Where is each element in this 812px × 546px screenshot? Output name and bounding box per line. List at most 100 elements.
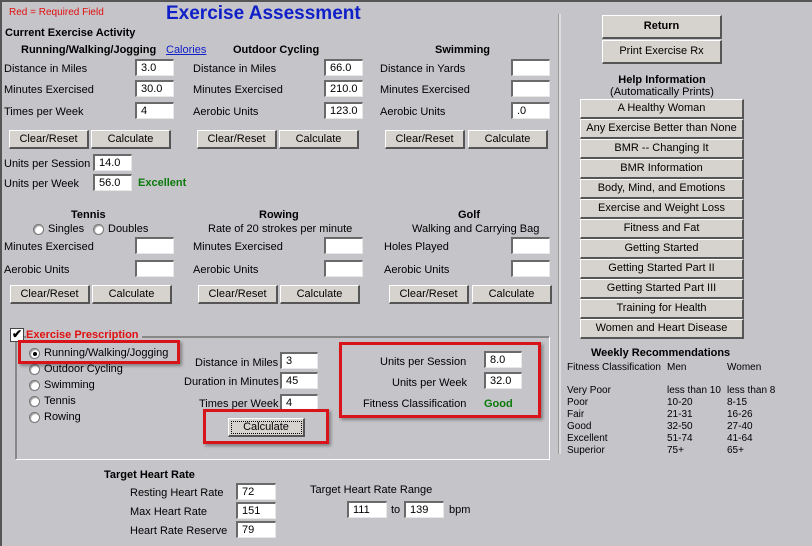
rowing-clear-button[interactable]: Clear/Reset (198, 285, 278, 304)
rx-option-rowing-label: Rowing (44, 411, 81, 423)
tennis-aerobic-value[interactable] (135, 260, 174, 277)
swimming-calculate-button[interactable]: Calculate (468, 130, 548, 149)
weekly-cell: 21-31 (667, 409, 693, 420)
rowing-aerobic-label: Aerobic Units (193, 264, 259, 276)
weekly-header-classification: Fitness Classification (567, 362, 661, 373)
rx-option-tennis-radio[interactable] (29, 396, 40, 407)
window-frame-top (0, 0, 812, 2)
running-distance-input[interactable]: 3.0 (135, 59, 174, 76)
golf-aerobic-value[interactable] (511, 260, 550, 277)
target-hr-high[interactable]: 139 (404, 501, 444, 518)
hr-reserve-value[interactable]: 79 (236, 521, 276, 538)
weekly-cell: Excellent (567, 433, 608, 444)
running-times-label: Times per Week (4, 106, 84, 118)
rx-duration-input[interactable]: 45 (280, 372, 318, 389)
golf-subtitle: Walking and Carrying Bag (412, 223, 540, 235)
target-hr-range-label: Target Heart Rate Range (310, 484, 433, 496)
tennis-minutes-input[interactable] (135, 237, 174, 254)
weekly-cell: 41-64 (727, 433, 753, 444)
golf-clear-button[interactable]: Clear/Reset (389, 285, 469, 304)
cycling-aerobic-value[interactable]: 123.0 (324, 102, 363, 119)
help-item-button[interactable]: Any Exercise Better than None (580, 119, 744, 139)
running-times-input[interactable]: 4 (135, 102, 174, 119)
window-frame-left (0, 0, 2, 546)
help-item-button[interactable]: Getting Started Part III (580, 279, 744, 299)
help-item-button[interactable]: Women and Heart Disease (580, 319, 744, 339)
cycling-distance-label: Distance in Miles (193, 63, 277, 75)
running-units-session-value[interactable]: 14.0 (93, 154, 132, 171)
help-item-button[interactable]: Getting Started Part II (580, 259, 744, 279)
rx-distance-label: Distance in Miles (195, 357, 279, 369)
swimming-clear-button[interactable]: Clear/Reset (385, 130, 465, 149)
weekly-header-men: Men (667, 362, 687, 373)
highlight-box-results (339, 342, 541, 418)
rx-distance-input[interactable]: 3 (280, 352, 318, 369)
swimming-title: Swimming (435, 44, 491, 56)
max-hr-value[interactable]: 151 (236, 502, 276, 519)
weekly-cell: 8-15 (727, 397, 748, 408)
running-units-session-label: Units per Session (4, 158, 91, 170)
rowing-minutes-input[interactable] (324, 237, 363, 254)
target-hr-low[interactable]: 111 (347, 501, 387, 518)
running-distance-label: Distance in Miles (4, 63, 88, 75)
swimming-minutes-input[interactable] (511, 80, 550, 97)
cycling-distance-input[interactable]: 66.0 (324, 59, 363, 76)
help-item-button[interactable]: Exercise and Weight Loss (580, 199, 744, 219)
rx-option-swimming-radio[interactable] (29, 380, 40, 391)
vertical-divider (558, 14, 561, 454)
running-clear-button[interactable]: Clear/Reset (9, 130, 89, 149)
rowing-calculate-button[interactable]: Calculate (280, 285, 360, 304)
golf-calculate-button[interactable]: Calculate (472, 285, 552, 304)
help-subtitle: (Automatically Prints) (610, 86, 714, 98)
weekly-cell: Poor (567, 397, 589, 408)
running-classification: Excellent (138, 177, 187, 189)
golf-holes-label: Holes Played (384, 241, 449, 253)
help-item-button[interactable]: Training for Health (580, 299, 744, 319)
rx-option-rowing-radio[interactable] (29, 412, 40, 423)
highlight-box-running-option (18, 340, 180, 364)
calories-link[interactable]: Calories (166, 44, 206, 56)
weekly-cell: 51-74 (667, 433, 693, 444)
rowing-aerobic-value[interactable] (324, 260, 363, 277)
cycling-clear-button[interactable]: Clear/Reset (197, 130, 277, 149)
swimming-distance-input[interactable] (511, 59, 550, 76)
running-calculate-button[interactable]: Calculate (91, 130, 171, 149)
swimming-aerobic-value[interactable]: .0 (511, 102, 550, 119)
rx-option-cycling-radio[interactable] (29, 364, 40, 375)
swimming-minutes-label: Minutes Exercised (380, 84, 470, 96)
rx-option-swimming-label: Swimming (44, 379, 95, 391)
golf-holes-input[interactable] (511, 237, 550, 254)
weekly-cell: 65+ (727, 445, 744, 456)
golf-aerobic-label: Aerobic Units (384, 264, 450, 276)
help-item-button[interactable]: BMR Information (580, 159, 744, 179)
tennis-doubles-radio[interactable] (93, 224, 104, 235)
weekly-header-women: Women (727, 362, 762, 373)
rx-duration-label: Duration in Minutes (184, 376, 279, 388)
weekly-cell: Very Poor (567, 385, 611, 396)
help-item-button[interactable]: Getting Started (580, 239, 744, 259)
running-title: Running/Walking/Jogging (21, 44, 157, 56)
tennis-clear-button[interactable]: Clear/Reset (10, 285, 90, 304)
help-item-button[interactable]: BMR -- Changing It (580, 139, 744, 159)
return-button[interactable]: Return (602, 15, 722, 39)
help-item-button[interactable]: Fitness and Fat (580, 219, 744, 239)
target-hr-to: to (391, 504, 401, 516)
running-minutes-input[interactable]: 30.0 (135, 80, 174, 97)
resting-hr-input[interactable]: 72 (236, 483, 276, 500)
help-item-button[interactable]: A Healthy Woman (580, 99, 744, 119)
page-title: Exercise Assessment (166, 3, 361, 24)
running-units-week-value[interactable]: 56.0 (93, 174, 132, 191)
cycling-title: Outdoor Cycling (233, 44, 320, 56)
section-title-current-activity: Current Exercise Activity (5, 27, 136, 39)
tennis-singles-radio[interactable] (33, 224, 44, 235)
help-item-button[interactable]: Body, Mind, and Emotions (580, 179, 744, 199)
tennis-calculate-button[interactable]: Calculate (92, 285, 172, 304)
resting-hr-label: Resting Heart Rate (130, 487, 224, 499)
hr-reserve-label: Heart Rate Reserve (130, 525, 228, 537)
weekly-cell: Fair (567, 409, 585, 420)
print-exercise-rx-button[interactable]: Print Exercise Rx (602, 40, 722, 64)
weekly-cell: 16-26 (727, 409, 753, 420)
cycling-calculate-button[interactable]: Calculate (279, 130, 359, 149)
weekly-cell: 75+ (667, 445, 684, 456)
cycling-minutes-input[interactable]: 210.0 (324, 80, 363, 97)
